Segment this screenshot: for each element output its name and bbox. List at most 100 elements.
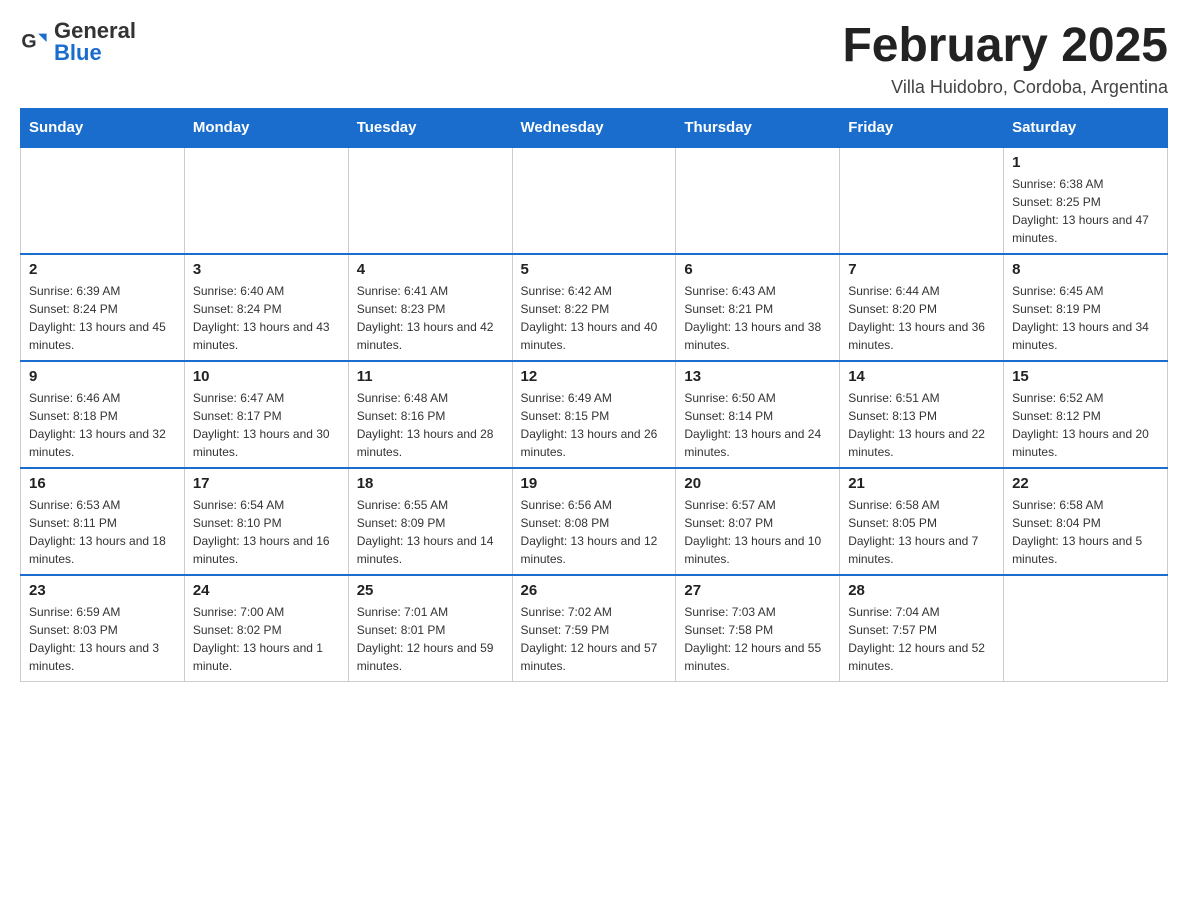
calendar-cell: 6 Sunrise: 6:43 AM Sunset: 8:21 PM Daylig…	[676, 254, 840, 361]
day-info: Sunrise: 6:41 AM Sunset: 8:23 PM Dayligh…	[357, 282, 504, 354]
day-info: Sunrise: 6:58 AM Sunset: 8:04 PM Dayligh…	[1012, 496, 1159, 568]
day-info: Sunrise: 6:50 AM Sunset: 8:14 PM Dayligh…	[684, 389, 831, 461]
calendar-week-row-3: 9 Sunrise: 6:46 AM Sunset: 8:18 PM Daylig…	[21, 361, 1168, 468]
calendar-cell: 14 Sunrise: 6:51 AM Sunset: 8:13 PM Dayli…	[840, 361, 1004, 468]
day-number: 26	[521, 582, 668, 599]
day-info: Sunrise: 6:59 AM Sunset: 8:03 PM Dayligh…	[29, 603, 176, 675]
day-info: Sunrise: 6:48 AM Sunset: 8:16 PM Dayligh…	[357, 389, 504, 461]
day-number: 17	[193, 475, 340, 492]
calendar-cell: 28 Sunrise: 7:04 AM Sunset: 7:57 PM Dayli…	[840, 575, 1004, 682]
calendar-cell: 15 Sunrise: 6:52 AM Sunset: 8:12 PM Dayli…	[1004, 361, 1168, 468]
day-info: Sunrise: 7:02 AM Sunset: 7:59 PM Dayligh…	[521, 603, 668, 675]
day-info: Sunrise: 6:46 AM Sunset: 8:18 PM Dayligh…	[29, 389, 176, 461]
day-info: Sunrise: 6:57 AM Sunset: 8:07 PM Dayligh…	[684, 496, 831, 568]
calendar-header-monday: Monday	[184, 108, 348, 147]
calendar-cell: 24Sunrise: 7:00 AM Sunset: 8:02 PM Dayli…	[184, 575, 348, 682]
day-info: Sunrise: 7:03 AM Sunset: 7:58 PM Dayligh…	[684, 603, 831, 675]
day-number: 1	[1012, 154, 1159, 171]
calendar-cell: 10 Sunrise: 6:47 AM Sunset: 8:17 PM Dayli…	[184, 361, 348, 468]
day-info: Sunrise: 6:54 AM Sunset: 8:10 PM Dayligh…	[193, 496, 340, 568]
day-info: Sunrise: 7:04 AM Sunset: 7:57 PM Dayligh…	[848, 603, 995, 675]
day-number: 20	[684, 475, 831, 492]
calendar-cell: 7Sunrise: 6:44 AM Sunset: 8:20 PM Daylig…	[840, 254, 1004, 361]
calendar-cell: 20 Sunrise: 6:57 AM Sunset: 8:07 PM Dayli…	[676, 468, 840, 575]
calendar-cell: 18 Sunrise: 6:55 AM Sunset: 8:09 PM Dayli…	[348, 468, 512, 575]
calendar-cell: 12 Sunrise: 6:49 AM Sunset: 8:15 PM Dayli…	[512, 361, 676, 468]
day-number: 3	[193, 261, 340, 278]
calendar-cell: 11 Sunrise: 6:48 AM Sunset: 8:16 PM Dayli…	[348, 361, 512, 468]
day-number: 19	[521, 475, 668, 492]
calendar-cell: 3 Sunrise: 6:40 AM Sunset: 8:24 PM Daylig…	[184, 254, 348, 361]
day-info: Sunrise: 6:55 AM Sunset: 8:09 PM Dayligh…	[357, 496, 504, 568]
calendar-header-friday: Friday	[840, 108, 1004, 147]
calendar-week-row-5: 23 Sunrise: 6:59 AM Sunset: 8:03 PM Dayli…	[21, 575, 1168, 682]
calendar-cell: 27 Sunrise: 7:03 AM Sunset: 7:58 PM Dayli…	[676, 575, 840, 682]
day-info: Sunrise: 7:01 AM Sunset: 8:01 PM Dayligh…	[357, 603, 504, 675]
day-number: 2	[29, 261, 176, 278]
day-number: 5	[521, 261, 668, 278]
day-number: 21	[848, 475, 995, 492]
day-info: Sunrise: 6:44 AM Sunset: 8:20 PM Dayligh…	[848, 282, 995, 354]
calendar-cell: 2 Sunrise: 6:39 AM Sunset: 8:24 PM Daylig…	[21, 254, 185, 361]
svg-text:G: G	[21, 31, 36, 53]
day-info: Sunrise: 6:39 AM Sunset: 8:24 PM Dayligh…	[29, 282, 176, 354]
day-number: 9	[29, 368, 176, 385]
day-info: Sunrise: 6:56 AM Sunset: 8:08 PM Dayligh…	[521, 496, 668, 568]
location-subtitle: Villa Huidobro, Cordoba, Argentina	[842, 77, 1168, 98]
day-number: 28	[848, 582, 995, 599]
title-block: February 2025 Villa Huidobro, Cordoba, A…	[842, 20, 1168, 98]
day-number: 8	[1012, 261, 1159, 278]
calendar-cell	[512, 147, 676, 254]
calendar-cell	[184, 147, 348, 254]
calendar-cell	[840, 147, 1004, 254]
day-info: Sunrise: 6:38 AM Sunset: 8:25 PM Dayligh…	[1012, 175, 1159, 247]
day-info: Sunrise: 6:40 AM Sunset: 8:24 PM Dayligh…	[193, 282, 340, 354]
day-number: 22	[1012, 475, 1159, 492]
day-info: Sunrise: 6:47 AM Sunset: 8:17 PM Dayligh…	[193, 389, 340, 461]
calendar-cell: 9 Sunrise: 6:46 AM Sunset: 8:18 PM Daylig…	[21, 361, 185, 468]
calendar-cell	[348, 147, 512, 254]
calendar-header-tuesday: Tuesday	[348, 108, 512, 147]
calendar-cell	[676, 147, 840, 254]
calendar-cell: 5 Sunrise: 6:42 AM Sunset: 8:22 PM Daylig…	[512, 254, 676, 361]
day-info: Sunrise: 6:43 AM Sunset: 8:21 PM Dayligh…	[684, 282, 831, 354]
day-info: Sunrise: 6:49 AM Sunset: 8:15 PM Dayligh…	[521, 389, 668, 461]
calendar-cell: 4 Sunrise: 6:41 AM Sunset: 8:23 PM Daylig…	[348, 254, 512, 361]
day-info: Sunrise: 6:51 AM Sunset: 8:13 PM Dayligh…	[848, 389, 995, 461]
day-number: 18	[357, 475, 504, 492]
calendar-cell	[1004, 575, 1168, 682]
calendar-cell: 26 Sunrise: 7:02 AM Sunset: 7:59 PM Dayli…	[512, 575, 676, 682]
calendar-cell: 1 Sunrise: 6:38 AM Sunset: 8:25 PM Daylig…	[1004, 147, 1168, 254]
calendar-week-row-1: 1 Sunrise: 6:38 AM Sunset: 8:25 PM Daylig…	[21, 147, 1168, 254]
day-number: 4	[357, 261, 504, 278]
calendar-cell: 23 Sunrise: 6:59 AM Sunset: 8:03 PM Dayli…	[21, 575, 185, 682]
calendar-table: SundayMondayTuesdayWednesdayThursdayFrid…	[20, 108, 1168, 682]
day-number: 11	[357, 368, 504, 385]
month-title: February 2025	[842, 20, 1168, 73]
day-number: 25	[357, 582, 504, 599]
calendar-week-row-2: 2 Sunrise: 6:39 AM Sunset: 8:24 PM Daylig…	[21, 254, 1168, 361]
page-header: G General Blue February 2025 Villa Huido…	[20, 20, 1168, 98]
day-number: 16	[29, 475, 176, 492]
day-number: 23	[29, 582, 176, 599]
day-number: 14	[848, 368, 995, 385]
calendar-header-sunday: Sunday	[21, 108, 185, 147]
day-info: Sunrise: 6:45 AM Sunset: 8:19 PM Dayligh…	[1012, 282, 1159, 354]
logo-general-text: General	[54, 20, 136, 42]
day-info: Sunrise: 7:00 AM Sunset: 8:02 PM Dayligh…	[193, 603, 340, 675]
day-number: 15	[1012, 368, 1159, 385]
day-number: 12	[521, 368, 668, 385]
calendar-cell: 22 Sunrise: 6:58 AM Sunset: 8:04 PM Dayli…	[1004, 468, 1168, 575]
calendar-cell: 8 Sunrise: 6:45 AM Sunset: 8:19 PM Daylig…	[1004, 254, 1168, 361]
calendar-week-row-4: 16Sunrise: 6:53 AM Sunset: 8:11 PM Dayli…	[21, 468, 1168, 575]
day-number: 6	[684, 261, 831, 278]
day-number: 27	[684, 582, 831, 599]
logo: G General Blue	[20, 20, 136, 64]
day-info: Sunrise: 6:58 AM Sunset: 8:05 PM Dayligh…	[848, 496, 995, 568]
day-info: Sunrise: 6:42 AM Sunset: 8:22 PM Dayligh…	[521, 282, 668, 354]
calendar-cell: 17 Sunrise: 6:54 AM Sunset: 8:10 PM Dayli…	[184, 468, 348, 575]
day-info: Sunrise: 6:52 AM Sunset: 8:12 PM Dayligh…	[1012, 389, 1159, 461]
logo-icon: G	[20, 28, 48, 56]
logo-blue-text: Blue	[54, 42, 136, 64]
day-number: 10	[193, 368, 340, 385]
